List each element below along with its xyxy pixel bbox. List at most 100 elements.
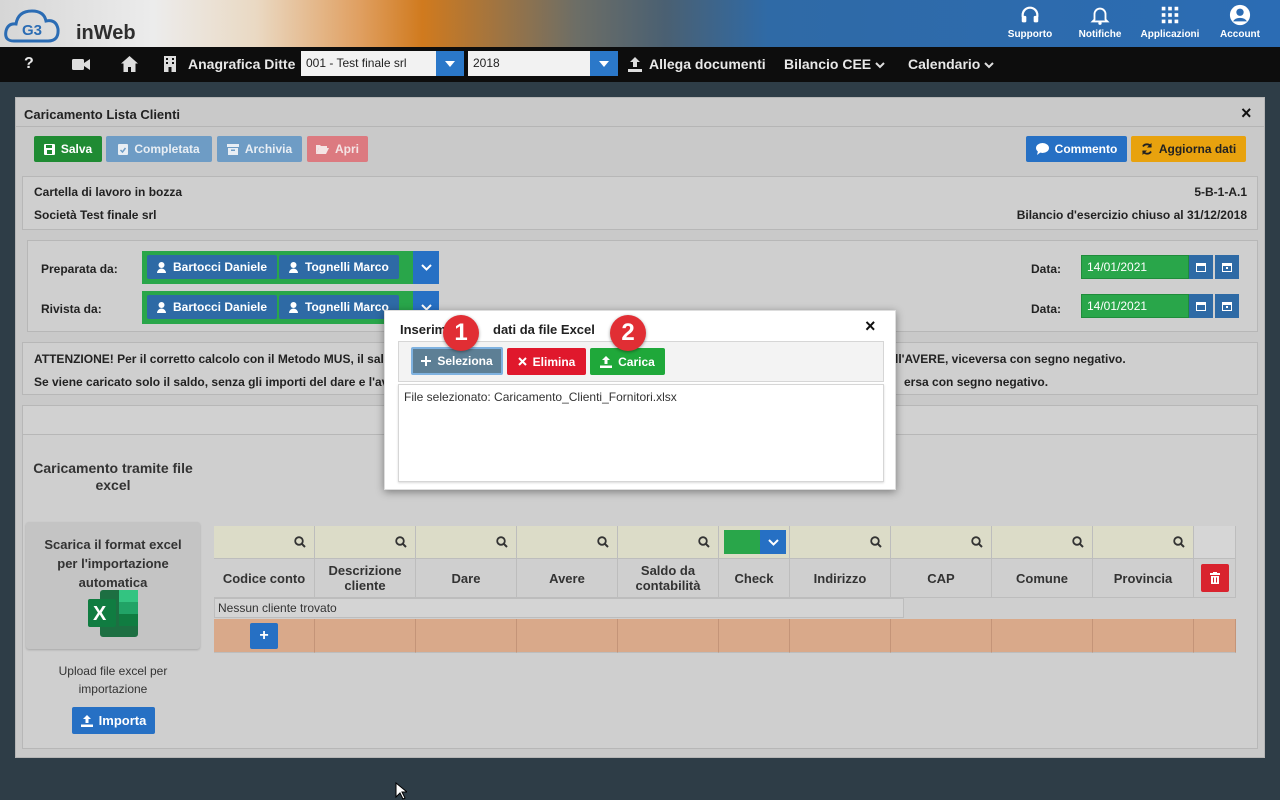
chevron-down-icon bbox=[984, 62, 994, 69]
column-header[interactable]: Provincia bbox=[1093, 559, 1194, 598]
topbar-notifications[interactable]: Notifiche bbox=[1065, 4, 1135, 40]
attach-documents-link[interactable]: Allega documenti bbox=[649, 56, 766, 72]
upload-file-button[interactable]: Carica bbox=[590, 348, 665, 375]
person-tag[interactable]: Bartocci Daniele bbox=[147, 295, 278, 319]
column-filter-cell[interactable] bbox=[517, 526, 618, 559]
import-button[interactable]: Importa bbox=[72, 707, 155, 734]
column-header[interactable]: Codice conto bbox=[214, 559, 315, 598]
column-filter-cell[interactable] bbox=[790, 526, 891, 559]
column-header[interactable]: Comune bbox=[992, 559, 1093, 598]
comment-button[interactable]: Commento bbox=[1026, 136, 1127, 162]
open-button[interactable]: Apri bbox=[307, 136, 368, 162]
column-header[interactable]: Dare bbox=[416, 559, 517, 598]
new-row-cell[interactable]: + bbox=[214, 619, 315, 653]
company-select-toggle[interactable] bbox=[436, 51, 464, 76]
column-header[interactable]: CAP bbox=[891, 559, 992, 598]
calendar-today-button[interactable] bbox=[1215, 255, 1239, 279]
year-select-toggle[interactable] bbox=[590, 51, 618, 76]
help-button[interactable]: ? bbox=[24, 55, 34, 73]
selected-file-label: File selezionato: Caricamento_Clienti_Fo… bbox=[404, 390, 677, 404]
reviewed-date-input[interactable]: 14/01/2021 bbox=[1081, 294, 1189, 318]
new-row-cell[interactable] bbox=[1194, 619, 1236, 653]
person-tag[interactable]: Tognelli Marco bbox=[279, 295, 399, 319]
refresh-icon bbox=[1141, 143, 1153, 155]
excel-icon: X bbox=[88, 590, 138, 637]
search-icon[interactable] bbox=[971, 536, 983, 548]
archive-button[interactable]: Archivia bbox=[217, 136, 302, 162]
new-row-cell[interactable] bbox=[719, 619, 790, 653]
column-filter-cell[interactable] bbox=[719, 526, 790, 559]
caret-down-icon bbox=[599, 60, 609, 67]
topbar-account[interactable]: Account bbox=[1205, 4, 1275, 40]
year-select[interactable]: 2018 bbox=[468, 51, 590, 76]
person-tag[interactable]: Bartocci Daniele bbox=[147, 255, 278, 279]
add-row-button[interactable]: + bbox=[250, 623, 278, 649]
person-tag[interactable]: Tognelli Marco bbox=[279, 255, 399, 279]
column-filter-cell[interactable] bbox=[992, 526, 1093, 559]
bell-icon bbox=[1089, 4, 1111, 26]
new-row-cell[interactable] bbox=[618, 619, 719, 653]
nav-bar: ? Anagrafica Ditte 001 - Test finale srl… bbox=[0, 47, 1280, 82]
calendar-button[interactable] bbox=[1189, 255, 1213, 279]
new-row-cell[interactable] bbox=[315, 619, 416, 653]
search-icon[interactable] bbox=[1072, 536, 1084, 548]
search-icon[interactable] bbox=[870, 536, 882, 548]
bilancio-menu[interactable]: Bilancio CEE bbox=[784, 56, 885, 72]
company-name: Società Test finale srl bbox=[34, 208, 157, 222]
delete-all-button[interactable] bbox=[1200, 564, 1229, 592]
step-badge-1: 1 bbox=[443, 315, 479, 351]
user-icon bbox=[157, 261, 166, 273]
new-row-cell[interactable] bbox=[416, 619, 517, 653]
calendar-icon bbox=[1222, 301, 1232, 311]
search-icon[interactable] bbox=[597, 536, 609, 548]
completed-button[interactable]: Completata bbox=[106, 136, 212, 162]
g3-logo-icon[interactable]: G3 bbox=[4, 3, 74, 45]
column-filter-cell[interactable] bbox=[416, 526, 517, 559]
video-camera-icon[interactable] bbox=[72, 58, 90, 71]
topbar-support[interactable]: Supporto bbox=[995, 4, 1065, 40]
chevron-down-icon bbox=[875, 62, 885, 69]
select-file-button[interactable]: Seleziona bbox=[411, 347, 503, 375]
close-icon bbox=[517, 357, 527, 366]
check-filter-select[interactable] bbox=[724, 530, 762, 554]
new-row-cell[interactable] bbox=[517, 619, 618, 653]
search-icon[interactable] bbox=[395, 536, 407, 548]
search-icon[interactable] bbox=[496, 536, 508, 548]
calendario-menu[interactable]: Calendario bbox=[908, 56, 994, 72]
refresh-data-button[interactable]: Aggiorna dati bbox=[1131, 136, 1246, 162]
column-header[interactable]: Check bbox=[719, 559, 790, 598]
calendar-button[interactable] bbox=[1189, 294, 1213, 318]
prepared-date-input[interactable]: 14/01/2021 bbox=[1081, 255, 1189, 279]
new-row-cell[interactable] bbox=[1093, 619, 1194, 653]
column-filter-cell[interactable] bbox=[214, 526, 315, 559]
company-select[interactable]: 001 - Test finale srl bbox=[301, 51, 436, 76]
calendar-today-button[interactable] bbox=[1215, 294, 1239, 318]
new-row-cell[interactable] bbox=[891, 619, 992, 653]
warning-line-1: ATTENZIONE! Per il corretto calcolo con … bbox=[34, 352, 384, 366]
column-header[interactable]: Indirizzo bbox=[790, 559, 891, 598]
column-header[interactable]: Saldo da contabilità bbox=[618, 559, 719, 598]
new-row-cell[interactable] bbox=[790, 619, 891, 653]
floppy-icon bbox=[43, 143, 55, 155]
modal-close-button[interactable]: × bbox=[865, 316, 876, 337]
column-filter-cell[interactable] bbox=[315, 526, 416, 559]
excel-upload-modal: Inserim dati da file Excel × Seleziona E… bbox=[384, 310, 896, 490]
save-button[interactable]: Salva bbox=[34, 136, 102, 162]
column-filter-cell[interactable] bbox=[1093, 526, 1194, 559]
new-row-cell[interactable] bbox=[992, 619, 1093, 653]
download-template-card[interactable]: Scarica il format excel per l'importazio… bbox=[26, 522, 200, 649]
check-filter-toggle[interactable] bbox=[760, 530, 786, 554]
column-filter-cell[interactable] bbox=[891, 526, 992, 559]
delete-file-button[interactable]: Elimina bbox=[507, 348, 586, 375]
svg-text:G3: G3 bbox=[22, 22, 42, 39]
panel-close-button[interactable]: × bbox=[1241, 103, 1252, 124]
column-filter-cell[interactable] bbox=[618, 526, 719, 559]
topbar-apps[interactable]: Applicazioni bbox=[1135, 4, 1205, 40]
prepared-select-toggle[interactable] bbox=[413, 251, 439, 284]
column-header[interactable]: Descrizione cliente bbox=[315, 559, 416, 598]
column-header[interactable]: Avere bbox=[517, 559, 618, 598]
home-icon[interactable] bbox=[121, 56, 138, 72]
search-icon[interactable] bbox=[698, 536, 710, 548]
search-icon[interactable] bbox=[1173, 536, 1185, 548]
search-icon[interactable] bbox=[294, 536, 306, 548]
